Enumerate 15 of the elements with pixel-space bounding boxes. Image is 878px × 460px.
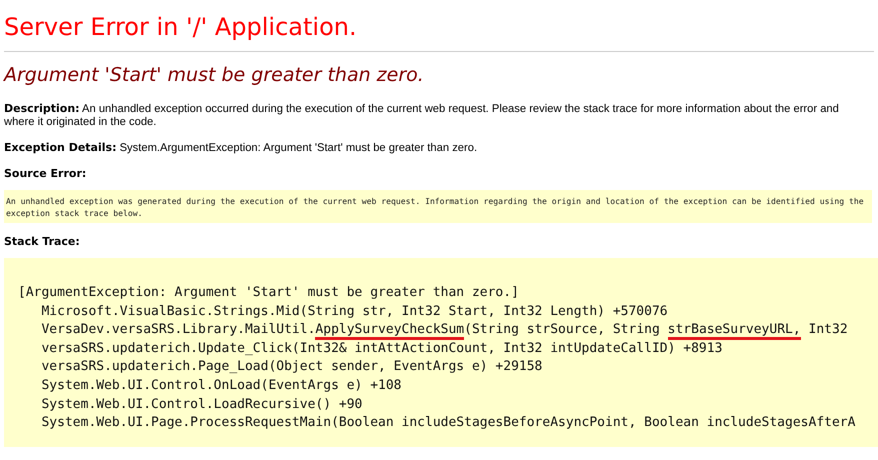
section-heading: Stack Trace: [4, 235, 81, 249]
stack-trace-line: Microsoft.VisualBasic.Strings.Mid(String str, Int32 Start, Int32 Length) +570076 [40, 302, 668, 321]
error-message: Argument 'Start' must be greater than zero. [4, 63, 425, 88]
detail-text: Exception Details: System.ArgumentException: Argument 'Start' must be greater than zero. [4, 141, 478, 155]
stack-trace-line: System.Web.UI.Control.OnLoad(EventArgs e) +108 [40, 376, 402, 395]
stack-trace-line: System.Web.UI.Page.ProcessRequestMain(Boolean includeStagesBeforeAsyncPoint, Boolean includeStagesAfterA [40, 414, 856, 432]
stack-trace-line: VersaDev.versaSRS.Library.MailUtil.ApplySurveyCheckSum(String strSource, String strBaseSurveyURL, Int32 [18, 321, 848, 340]
stack-trace-line: versaSRS.updaterich.Page_Load(Object sender, EventArgs e) +29158 [40, 358, 542, 376]
stack-trace-line: versaSRS.updaterich.Update_Click(Int32& intAttActionCount, Int32 intUpdateCallID) +8913 [40, 340, 722, 358]
page-title: Server Error in '/' Application. [4, 12, 358, 42]
stack-trace-line: System.Web.UI.Control.LoadRecursive() +90 [40, 396, 362, 414]
stack-trace-line: [ArgumentException: Argument 'Start' must be greater than zero.] [18, 284, 519, 302]
source-error-text: An unhandled exception was generated during the execution of the current web request. Information regarding the origin and location of the exception can be identified using the exception stack trace below. [4, 190, 872, 223]
section-heading: Source Error: [4, 167, 88, 181]
detail-text: Description: An unhandled exception occurred during the execution of the current web request. Please review the stack trace for more information about the error and where it originated in the code. [4, 102, 840, 129]
